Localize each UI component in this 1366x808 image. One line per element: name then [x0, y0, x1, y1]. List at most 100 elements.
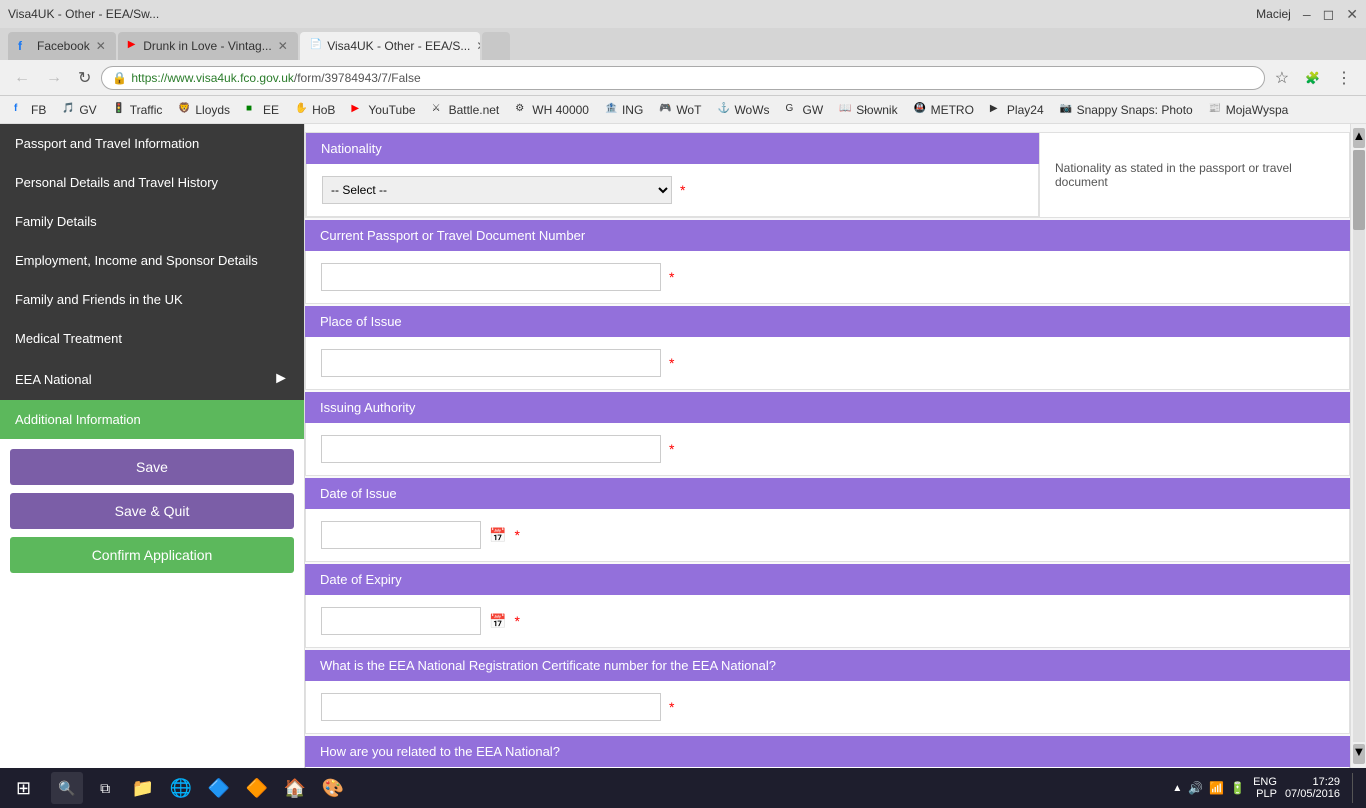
scrollbar-up[interactable]: ▲ — [1353, 128, 1365, 148]
restore-button[interactable]: ◻ — [1323, 6, 1335, 23]
sidebar-item-additional[interactable]: Additional Information — [0, 400, 304, 439]
place-of-issue-input[interactable] — [321, 349, 661, 377]
sidebar-family-friends-label: Family and Friends in the UK — [15, 292, 183, 307]
start-button[interactable]: ⊞ — [8, 774, 39, 803]
date-of-issue-calendar-icon[interactable]: 📅 — [489, 527, 506, 544]
bookmark-slownik[interactable]: 📖 Słownik — [833, 101, 903, 119]
youtube-icon: ▶ — [351, 103, 365, 117]
sidebar-buttons: Save Save & Quit Confirm Application — [0, 439, 304, 583]
tab-facebook[interactable]: f Facebook ✕ — [8, 32, 116, 60]
nationality-label: Nationality — [306, 133, 1039, 164]
tab-visa[interactable]: 📄 Visa4UK - Other - EEA/S... ✕ — [300, 32, 480, 60]
issuing-authority-input[interactable] — [321, 435, 661, 463]
bookmark-gw[interactable]: G GW — [780, 101, 830, 119]
sidebar-item-passport[interactable]: Passport and Travel Information — [0, 124, 304, 163]
date-of-expiry-section: Date of Expiry 📅 * — [305, 564, 1350, 648]
bookmark-ing[interactable]: 🏦 ING — [599, 101, 649, 119]
bookmark-hob[interactable]: ✋ HoB — [289, 101, 341, 119]
fb-icon: f — [14, 103, 28, 117]
passport-number-required: * — [669, 269, 674, 285]
nationality-section: Nationality -- Select -- * Nationality a… — [305, 132, 1350, 218]
sidebar-medical-label: Medical Treatment — [15, 331, 122, 346]
save-quit-button[interactable]: Save & Quit — [10, 493, 294, 529]
tab-facebook-close[interactable]: ✕ — [96, 39, 106, 53]
tab-youtube[interactable]: ▶ Drunk in Love - Vintag... ✕ — [118, 32, 298, 60]
bookmark-mojawyspa[interactable]: 📰 MojaWyspa — [1203, 101, 1295, 119]
battery-icon[interactable]: 🔋 — [1230, 781, 1245, 795]
back-button[interactable]: ← — [8, 67, 36, 89]
save-button[interactable]: Save — [10, 449, 294, 485]
address-rest: /form/39784943/7/False — [294, 71, 421, 85]
bookmark-lloyds[interactable]: 🦁 Lloyds — [172, 101, 236, 119]
bookmark-wh[interactable]: ⚙ WH 40000 — [509, 101, 595, 119]
scrollbar[interactable]: ▲ ▼ — [1350, 124, 1366, 768]
bookmark-fb[interactable]: f FB — [8, 101, 52, 119]
network-icon[interactable]: 📶 — [1209, 781, 1224, 795]
date-of-issue-input[interactable] — [321, 521, 481, 549]
sidebar-item-personal[interactable]: Personal Details and Travel History — [0, 163, 304, 202]
forward-button[interactable]: → — [40, 67, 68, 89]
sidebar-item-eea[interactable]: EEA National ► — [0, 358, 304, 400]
wot-icon: 🎮 — [659, 103, 673, 117]
search-icon: 🔍 — [58, 780, 75, 797]
tab-visa-close[interactable]: ✕ — [476, 39, 479, 53]
bookmark-traffic[interactable]: 🚦 Traffic — [107, 101, 169, 119]
date-of-issue-label: Date of Issue — [305, 478, 1350, 509]
nationality-hint: Nationality as stated in the passport or… — [1039, 133, 1349, 217]
date-of-expiry-input[interactable] — [321, 607, 481, 635]
taskbar-search[interactable]: 🔍 — [51, 772, 83, 804]
bookmark-battle[interactable]: ⚔ Battle.net — [426, 101, 506, 119]
new-tab[interactable] — [482, 32, 510, 60]
volume-icon[interactable]: 🔊 — [1188, 781, 1203, 795]
taskbar-task-view[interactable]: ⧉ — [89, 772, 121, 804]
relation-label: How are you related to the EEA National? — [305, 736, 1350, 767]
sidebar-item-employment[interactable]: Employment, Income and Sponsor Details — [0, 241, 304, 280]
hob-icon: ✋ — [295, 103, 309, 117]
wows-icon: ⚓ — [717, 103, 731, 117]
close-button[interactable]: ✕ — [1346, 6, 1358, 23]
bookmark-snappy[interactable]: 📷 Snappy Snaps: Photo — [1054, 101, 1199, 119]
bookmark-ee[interactable]: ■ EE — [240, 101, 285, 119]
menu-button[interactable]: ⋮ — [1330, 66, 1358, 90]
scrollbar-thumb[interactable] — [1353, 150, 1365, 230]
nationality-select[interactable]: -- Select -- — [322, 176, 672, 204]
bookmark-play24[interactable]: ▶ Play24 — [984, 101, 1050, 119]
time-area[interactable]: 17:29 07/05/2016 — [1285, 776, 1340, 800]
sidebar-item-family[interactable]: Family Details — [0, 202, 304, 241]
date-of-issue-body: 📅 * — [305, 509, 1350, 562]
passport-number-input[interactable] — [321, 263, 661, 291]
sidebar-item-family-friends[interactable]: Family and Friends in the UK — [0, 280, 304, 319]
systray-arrow[interactable]: ▲ — [1172, 783, 1182, 794]
taskbar-file-explorer[interactable]: 📁 — [127, 772, 159, 804]
bookmark-star[interactable]: ☆ — [1269, 66, 1295, 90]
taskbar-paint[interactable]: 🎨 — [317, 772, 349, 804]
place-of-issue-required: * — [669, 355, 674, 371]
passport-number-label: Current Passport or Travel Document Numb… — [305, 220, 1350, 251]
scrollbar-down[interactable]: ▼ — [1353, 744, 1365, 764]
facebook-tab-icon: f — [18, 39, 32, 53]
eea-cert-input[interactable] — [321, 693, 661, 721]
taskbar-chrome[interactable]: 🌐 — [165, 772, 197, 804]
bookmark-wot[interactable]: 🎮 WoT — [653, 101, 707, 119]
snappy-icon: 📷 — [1060, 103, 1074, 117]
ee-icon: ■ — [246, 103, 260, 117]
date-of-expiry-calendar-icon[interactable]: 📅 — [489, 613, 506, 630]
reload-button[interactable]: ↻ — [72, 66, 97, 90]
bookmark-wows[interactable]: ⚓ WoWs — [711, 101, 775, 119]
taskbar-app5[interactable]: 🏠 — [279, 772, 311, 804]
sidebar-item-medical[interactable]: Medical Treatment — [0, 319, 304, 358]
minimize-button[interactable]: – — [1303, 6, 1311, 22]
clock-area[interactable]: ENG PLP — [1253, 776, 1277, 800]
bookmark-metro[interactable]: 🚇 METRO — [908, 101, 980, 119]
address-url[interactable]: https://www.visa4uk.fco.gov.uk/form/3978… — [131, 71, 420, 85]
bookmark-youtube[interactable]: ▶ YouTube — [345, 101, 421, 119]
bookmark-gv[interactable]: 🎵 GV — [56, 101, 102, 119]
show-desktop[interactable] — [1352, 773, 1358, 803]
taskbar-edge[interactable]: 🔷 — [203, 772, 235, 804]
extensions-button[interactable]: 🧩 — [1299, 69, 1326, 87]
scrollbar-track[interactable] — [1353, 150, 1365, 742]
confirm-button[interactable]: Confirm Application — [10, 537, 294, 573]
vlc-icon: 🔶 — [246, 778, 268, 799]
tab-youtube-close[interactable]: ✕ — [278, 39, 288, 53]
taskbar-vlc[interactable]: 🔶 — [241, 772, 273, 804]
